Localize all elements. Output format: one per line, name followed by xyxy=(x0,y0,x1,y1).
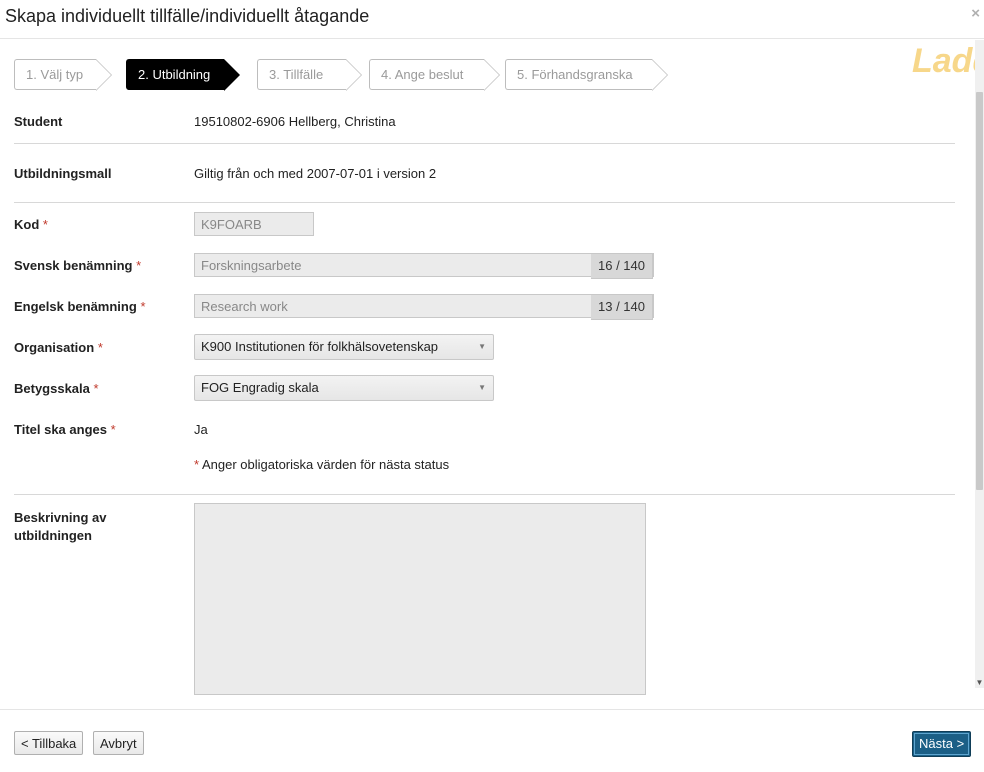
loading-indicator: Laddar xyxy=(912,42,984,80)
required-note-text: Anger obligatoriska värden för nästa sta… xyxy=(201,457,450,472)
step-2[interactable]: 2. Utbildning xyxy=(126,59,240,91)
dialog-title: Skapa individuellt tillfälle/individuell… xyxy=(5,6,370,26)
swedish-name-field[interactable]: Forskningsarbete 16 / 140 xyxy=(194,253,654,279)
required-mark: * xyxy=(136,258,142,273)
english-name-field[interactable]: Research work 13 / 140 xyxy=(194,294,654,320)
organisation-value: K900 Institutionen för folkhälsovetenska… xyxy=(201,339,439,354)
grade-scale-label-text: Betygsskala xyxy=(14,381,90,396)
grade-scale-select[interactable]: FOG Engradig skala ▼ xyxy=(194,375,494,401)
required-mark: * xyxy=(194,457,200,472)
template-value: Giltig från och med 2007-07-01 i version… xyxy=(194,166,437,181)
step-1[interactable]: 1. Välj typ xyxy=(14,59,112,91)
step-label: 2. Utbildning xyxy=(138,67,211,82)
step-label: 4. Ange beslut xyxy=(381,67,464,82)
divider xyxy=(14,494,955,495)
english-name-label-text: Engelsk benämning xyxy=(14,299,137,314)
student-label: Student xyxy=(14,114,63,129)
student-value: 19510802-6906 Hellberg, Christina xyxy=(194,114,396,129)
cancel-button[interactable]: Avbryt xyxy=(93,731,144,755)
description-label-line2: utbildningen xyxy=(14,528,92,543)
required-note: * Anger obligatoriska värden för nästa s… xyxy=(194,457,449,472)
step-label: 5. Förhandsgranska xyxy=(517,67,633,82)
swedish-name-value: Forskningsarbete xyxy=(201,258,302,273)
grade-scale-label: Betygsskala * xyxy=(14,381,99,396)
code-value: K9FOARB xyxy=(201,217,262,232)
scrollbar-thumb[interactable] xyxy=(976,92,983,490)
chevron-down-icon: ▼ xyxy=(478,383,486,392)
title-required-value: Ja xyxy=(194,422,208,437)
divider xyxy=(14,202,955,203)
code-field[interactable]: K9FOARB xyxy=(194,212,314,236)
divider xyxy=(14,143,955,144)
template-label: Utbildningsmall xyxy=(14,166,112,181)
organisation-label: Organisation * xyxy=(14,340,103,355)
required-mark: * xyxy=(140,299,146,314)
close-icon[interactable]: × xyxy=(971,5,980,22)
english-char-counter: 13 / 140 xyxy=(591,294,653,320)
scroll-down-icon[interactable]: ▼ xyxy=(975,678,984,688)
title-required-label-text: Titel ska anges xyxy=(14,422,107,437)
swedish-name-label-text: Svensk benämning xyxy=(14,258,133,273)
description-label-line1: Beskrivning av xyxy=(14,510,107,525)
title-required-label: Titel ska anges * xyxy=(14,422,116,437)
required-mark: * xyxy=(97,340,103,355)
swedish-char-counter: 16 / 140 xyxy=(591,253,653,279)
grade-scale-value: FOG Engradig skala xyxy=(201,380,319,395)
step-label: 1. Välj typ xyxy=(26,67,84,82)
code-label: Kod * xyxy=(14,217,48,232)
code-label-text: Kod xyxy=(14,217,40,232)
dialog-footer: < Tillbaka Avbryt Nästa > xyxy=(0,709,984,772)
step-label: 3. Tillfälle xyxy=(269,67,324,82)
step-5[interactable]: 5. Förhandsgranska xyxy=(505,59,668,91)
english-name-value: Research work xyxy=(201,299,288,314)
required-mark: * xyxy=(110,422,116,437)
back-button[interactable]: < Tillbaka xyxy=(14,731,84,755)
english-name-label: Engelsk benämning * xyxy=(14,299,146,314)
description-label: Beskrivning av utbildningen xyxy=(14,509,107,545)
required-mark: * xyxy=(93,381,99,396)
next-button[interactable]: Nästa > xyxy=(912,731,972,757)
organisation-select[interactable]: K900 Institutionen för folkhälsovetenska… xyxy=(194,334,494,360)
swedish-name-label: Svensk benämning * xyxy=(14,258,141,273)
step-3[interactable]: 3. Tillfälle xyxy=(257,59,362,91)
organisation-label-text: Organisation xyxy=(14,340,95,355)
dialog-content: Student 19510802-6906 Hellberg, Christin… xyxy=(0,100,976,708)
chevron-down-icon: ▼ xyxy=(478,342,486,351)
description-textarea[interactable] xyxy=(194,503,646,695)
step-4[interactable]: 4. Ange beslut xyxy=(369,59,500,91)
dialog-titlebar: Skapa individuellt tillfälle/individuell… xyxy=(0,0,984,39)
scrollbar[interactable]: ▼ xyxy=(975,40,984,688)
required-mark: * xyxy=(42,217,48,232)
